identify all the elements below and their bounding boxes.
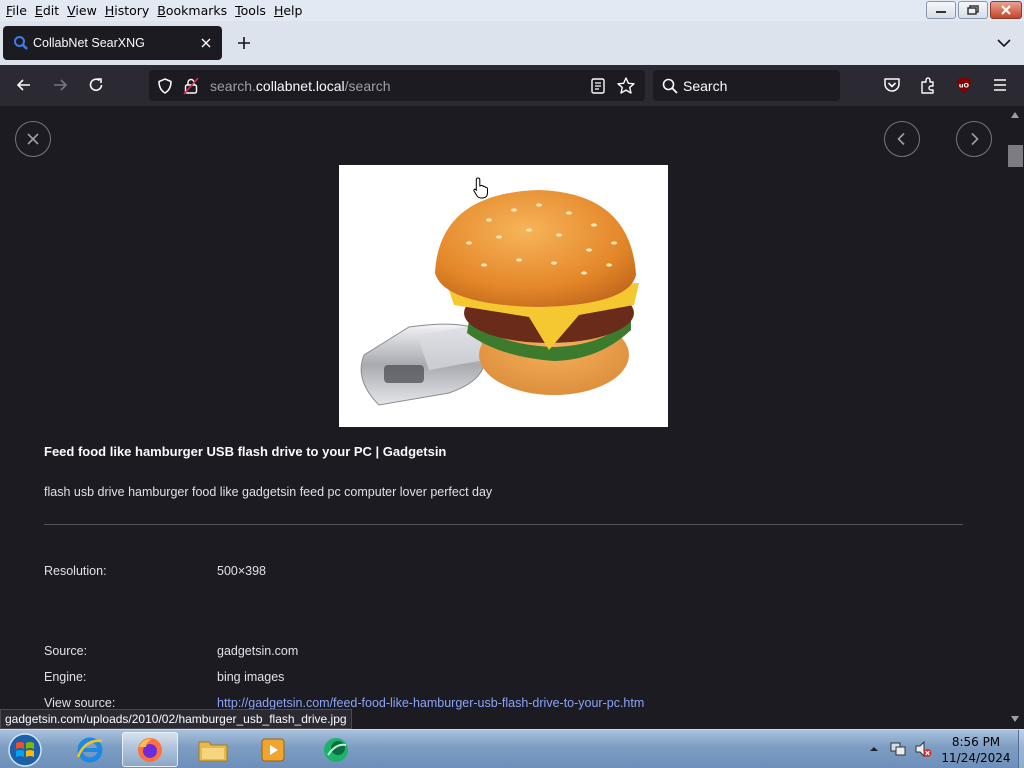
chevron-left-icon xyxy=(897,132,905,146)
tab-list-chevron-down-icon[interactable] xyxy=(996,36,1012,50)
system-clock[interactable]: 8:56 PM 11/24/2024 xyxy=(938,734,1014,766)
next-image-button[interactable] xyxy=(956,121,992,157)
divider xyxy=(44,524,963,525)
resolution-label: Resolution: xyxy=(44,564,107,578)
menu-edit[interactable]: Edit xyxy=(31,3,63,18)
svg-text:uO: uO xyxy=(959,82,970,90)
clock-time: 8:56 PM xyxy=(951,735,1001,749)
search-bar[interactable]: Search xyxy=(653,70,840,101)
search-placeholder: Search xyxy=(683,78,728,94)
shield-icon[interactable] xyxy=(156,77,174,95)
result-title: Feed food like hamburger USB flash drive… xyxy=(44,444,447,459)
url-path: /search xyxy=(344,78,391,94)
close-icon xyxy=(27,133,39,145)
page-content: Feed food like hamburger USB flash drive… xyxy=(0,106,1007,729)
menu-bar: File Edit View History Bookmarks Tools H… xyxy=(0,0,1024,21)
reload-icon[interactable] xyxy=(86,75,106,95)
view-source-label: View source: xyxy=(44,696,116,710)
tab-close-icon[interactable] xyxy=(198,35,214,51)
engine-label: Engine: xyxy=(44,670,87,684)
folder-icon xyxy=(198,741,228,761)
engine-value: bing images xyxy=(217,670,285,684)
hand-cursor-icon xyxy=(473,177,488,199)
pocket-icon[interactable] xyxy=(882,75,902,95)
chevron-right-icon xyxy=(971,132,979,146)
show-desktop-button[interactable] xyxy=(1018,730,1024,768)
source-value: gadgetsin.com xyxy=(217,644,299,658)
navigation-toolbar: search.collabnet.local/search Search uO xyxy=(0,65,1024,106)
forward-arrow-icon[interactable] xyxy=(50,75,70,95)
taskbar-media-player[interactable] xyxy=(245,732,301,767)
volume-muted-icon[interactable] xyxy=(914,740,932,758)
taskbar-firefox[interactable] xyxy=(122,732,178,767)
menu-tools[interactable]: Tools xyxy=(231,3,270,18)
bookmark-star-icon[interactable] xyxy=(616,76,636,96)
address-bar[interactable]: search.collabnet.local/search xyxy=(149,70,645,101)
source-label: Source: xyxy=(44,644,88,658)
url-prefix: search. xyxy=(210,78,256,94)
url-domain: collabnet.local xyxy=(255,78,345,94)
windows-start-orb-icon[interactable] xyxy=(4,731,46,768)
close-icon xyxy=(1001,5,1011,15)
menu-view[interactable]: View xyxy=(63,3,101,18)
ublock-origin-icon[interactable]: uO xyxy=(954,75,974,95)
view-source-link[interactable]: http://gadgetsin.com/feed-food-like-hamb… xyxy=(217,696,644,710)
media-player-icon xyxy=(261,738,285,761)
hamburger-usb-drive-image xyxy=(339,165,668,427)
previous-image-button[interactable] xyxy=(884,121,920,157)
taskbar-internet-explorer[interactable] xyxy=(62,732,118,767)
tab-title: CollabNet SearXNG xyxy=(33,36,145,50)
tab-searxng[interactable]: CollabNet SearXNG xyxy=(3,26,222,60)
tab-strip: CollabNet SearXNG xyxy=(0,21,1024,65)
tray-chevron-up-icon[interactable] xyxy=(868,743,880,755)
back-arrow-icon[interactable] xyxy=(14,75,34,95)
menu-file[interactable]: File xyxy=(2,3,31,18)
menu-bookmarks[interactable]: Bookmarks xyxy=(153,3,231,18)
insecure-lock-icon[interactable] xyxy=(183,77,199,95)
minimize-icon xyxy=(936,11,946,13)
green-app-icon xyxy=(324,737,348,762)
extensions-puzzle-icon[interactable] xyxy=(918,75,938,95)
search-favicon-icon xyxy=(14,36,28,50)
internet-explorer-icon xyxy=(76,737,103,762)
restore-icon xyxy=(967,5,979,15)
network-icon[interactable] xyxy=(889,740,907,758)
vertical-scrollbar[interactable] xyxy=(1007,106,1024,729)
taskbar: 8:56 PM 11/24/2024 xyxy=(0,729,1024,768)
taskbar-file-explorer[interactable] xyxy=(185,732,241,767)
scroll-up-arrow-icon[interactable] xyxy=(1011,112,1019,118)
search-icon xyxy=(662,78,678,94)
new-tab-icon[interactable] xyxy=(234,33,254,53)
close-window-button[interactable] xyxy=(990,1,1022,19)
menu-history[interactable]: History xyxy=(101,3,153,18)
link-status-overlay: gadgetsin.com/uploads/2010/02/hamburger_… xyxy=(0,709,352,729)
window-controls xyxy=(926,1,1022,19)
firefox-icon xyxy=(138,737,162,762)
taskbar-app[interactable] xyxy=(308,732,364,767)
reader-view-icon[interactable] xyxy=(590,77,606,95)
url-text: search.collabnet.local/search xyxy=(210,78,391,94)
hamburger-menu-icon[interactable] xyxy=(990,75,1010,95)
minimize-button[interactable] xyxy=(926,1,956,19)
close-detail-button[interactable] xyxy=(15,121,51,157)
scroll-down-arrow-icon[interactable] xyxy=(1011,716,1019,722)
menu-help[interactable]: Help xyxy=(270,3,307,18)
result-image[interactable] xyxy=(339,165,668,427)
restore-button[interactable] xyxy=(958,1,988,19)
scrollbar-thumb[interactable] xyxy=(1008,145,1023,167)
menu: File Edit View History Bookmarks Tools H… xyxy=(0,0,306,21)
result-description: flash usb drive hamburger food like gadg… xyxy=(44,485,493,499)
resolution-value: 500×398 xyxy=(217,564,267,578)
clock-date: 11/24/2024 xyxy=(941,751,1011,765)
